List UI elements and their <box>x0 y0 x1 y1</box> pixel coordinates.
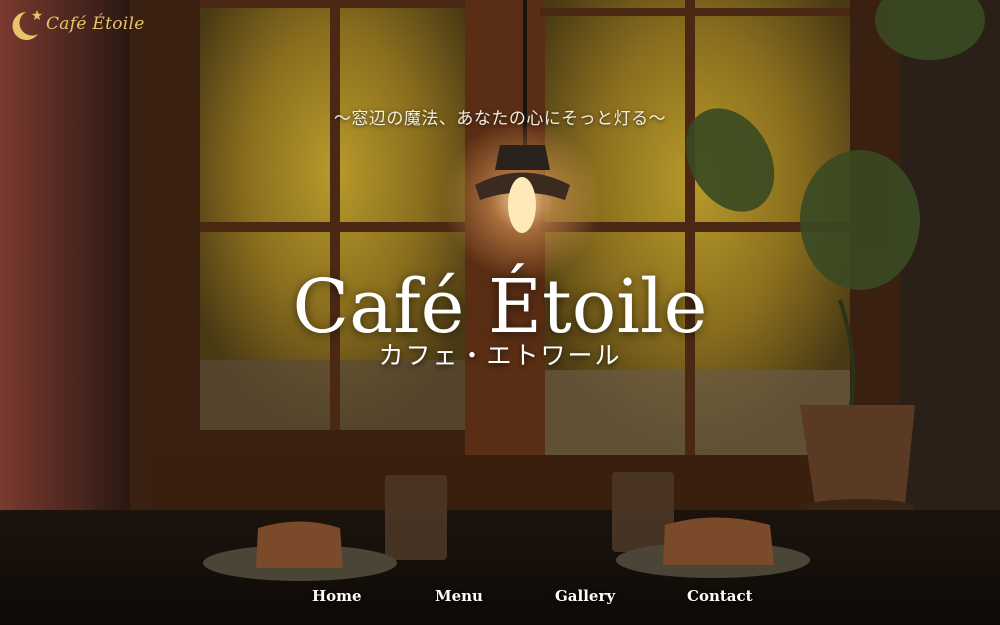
main-nav: Home Menu Gallery Contact <box>0 587 1000 611</box>
logo-text: Café Étoile <box>46 14 145 34</box>
nav-link-menu[interactable]: Menu <box>435 587 483 605</box>
crescent-moon-star-icon <box>12 10 42 40</box>
hero-section: Café Étoile 〜窓辺の魔法、あなたの心にそっと灯る〜 Café Éto… <box>0 0 1000 625</box>
nav-link-home[interactable]: Home <box>312 587 362 605</box>
site-logo[interactable]: Café Étoile <box>4 6 145 42</box>
hero-tagline: 〜窓辺の魔法、あなたの心にそっと灯る〜 <box>333 109 667 129</box>
hero-subtitle: カフェ・エトワール <box>378 341 622 370</box>
nav-link-gallery[interactable]: Gallery <box>555 587 615 605</box>
nav-link-contact[interactable]: Contact <box>687 587 753 605</box>
